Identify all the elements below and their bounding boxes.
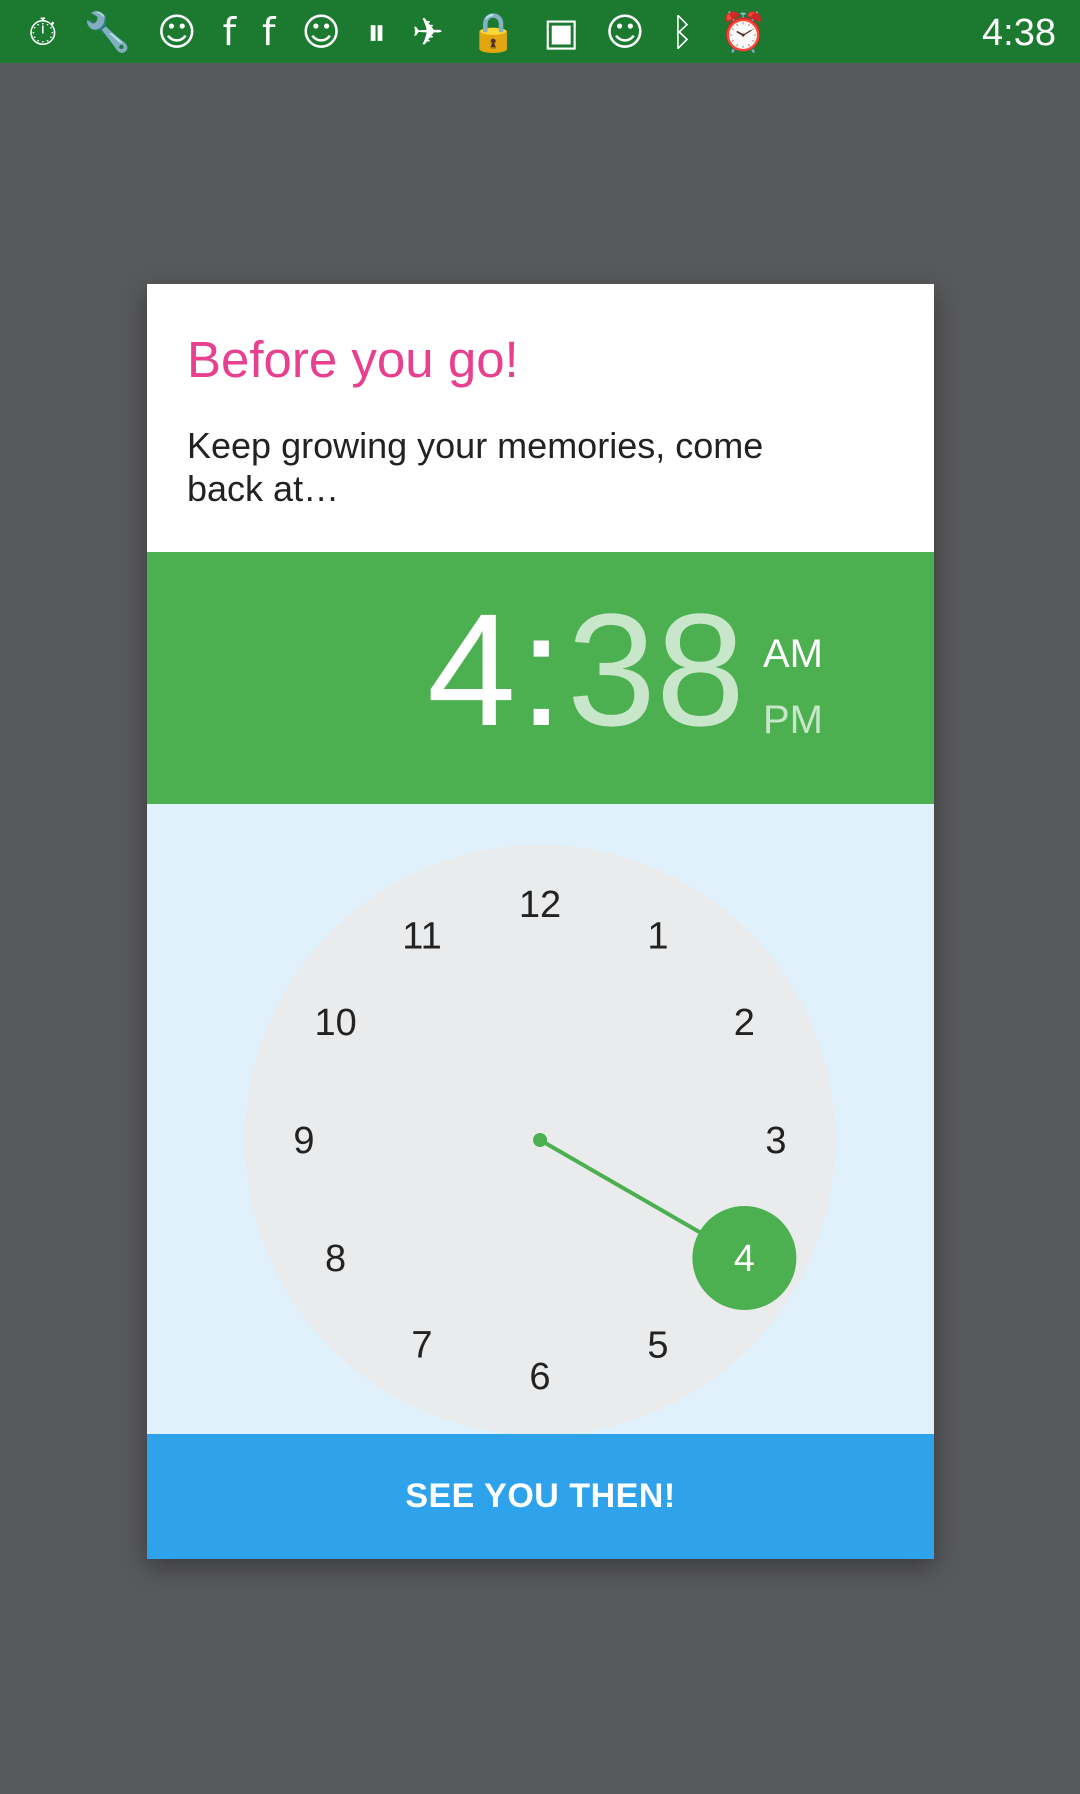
status-time: 4:38 [982,12,1056,54]
clock-number-5[interactable]: 5 [647,1324,668,1366]
notification-icons: ⏱ 🔧 ☺ f f ☺ ⏸ ✈ 🔒 ▣ ☺ ᛒ ⏰ [0,13,767,51]
bluetooth-icon: ᛒ [670,9,694,54]
dialog-message: Keep growing your memories, come back at… [187,425,764,509]
clock-area: 12 1 2 3 4 5 6 7 8 9 10 11 [147,804,934,1434]
status-bar: ⏱ 🔧 ☺ f f ☺ ⏸ ✈ 🔒 ▣ ☺ ᛒ ⏰ 4:38 [0,0,1080,63]
minute-display[interactable]: 38 [567,590,745,750]
time-separator: : [519,580,564,759]
clock-number-2[interactable]: 2 [734,1002,755,1044]
clock-number-6[interactable]: 6 [529,1356,550,1398]
smiley-icon: ☺ [605,9,645,54]
clock-number-9[interactable]: 9 [293,1120,314,1162]
smiley-icon: ☺ [156,9,197,54]
pm-toggle[interactable]: PM [763,698,823,743]
dialog-title: Before you go! [187,331,519,388]
smiley-icon: ☺ [301,9,341,54]
circle-pause-icon: ⏸ [367,9,387,54]
time-picker-dialog: Before you go! Keep growing your memorie… [147,284,934,1559]
wrench-icon: 🔧 [83,9,131,54]
alarm-icon: ⏰ [719,9,767,54]
facebook-icon: f [261,9,276,54]
clock-number-11[interactable]: 11 [402,916,441,958]
clock-number-8[interactable]: 8 [325,1238,346,1280]
facebook-icon: f [222,9,236,54]
hour-display[interactable]: 4 [427,590,516,750]
clock-number-12[interactable]: 12 [519,884,561,926]
clock-number-10[interactable]: 10 [314,1002,356,1044]
clock-number-4[interactable]: 4 [734,1238,755,1280]
clock-number-7[interactable]: 7 [411,1324,432,1366]
fake-gps-icon: ✈ [412,9,444,54]
see-you-then-button[interactable]: SEE YOU THEN! [147,1434,934,1559]
stopwatch-icon: ⏱ [28,9,58,54]
clock-face-svg[interactable]: 121234567891011 [147,804,934,1434]
time-header: 4 : 38 AM PM [147,552,934,804]
lock-icon: 🔒 [469,9,518,54]
android-icon: ▣ [543,9,580,54]
clock-center-dot [533,1133,547,1147]
am-toggle[interactable]: AM [763,632,823,677]
clock-number-3[interactable]: 3 [765,1120,786,1162]
clock-number-1[interactable]: 1 [647,916,668,958]
